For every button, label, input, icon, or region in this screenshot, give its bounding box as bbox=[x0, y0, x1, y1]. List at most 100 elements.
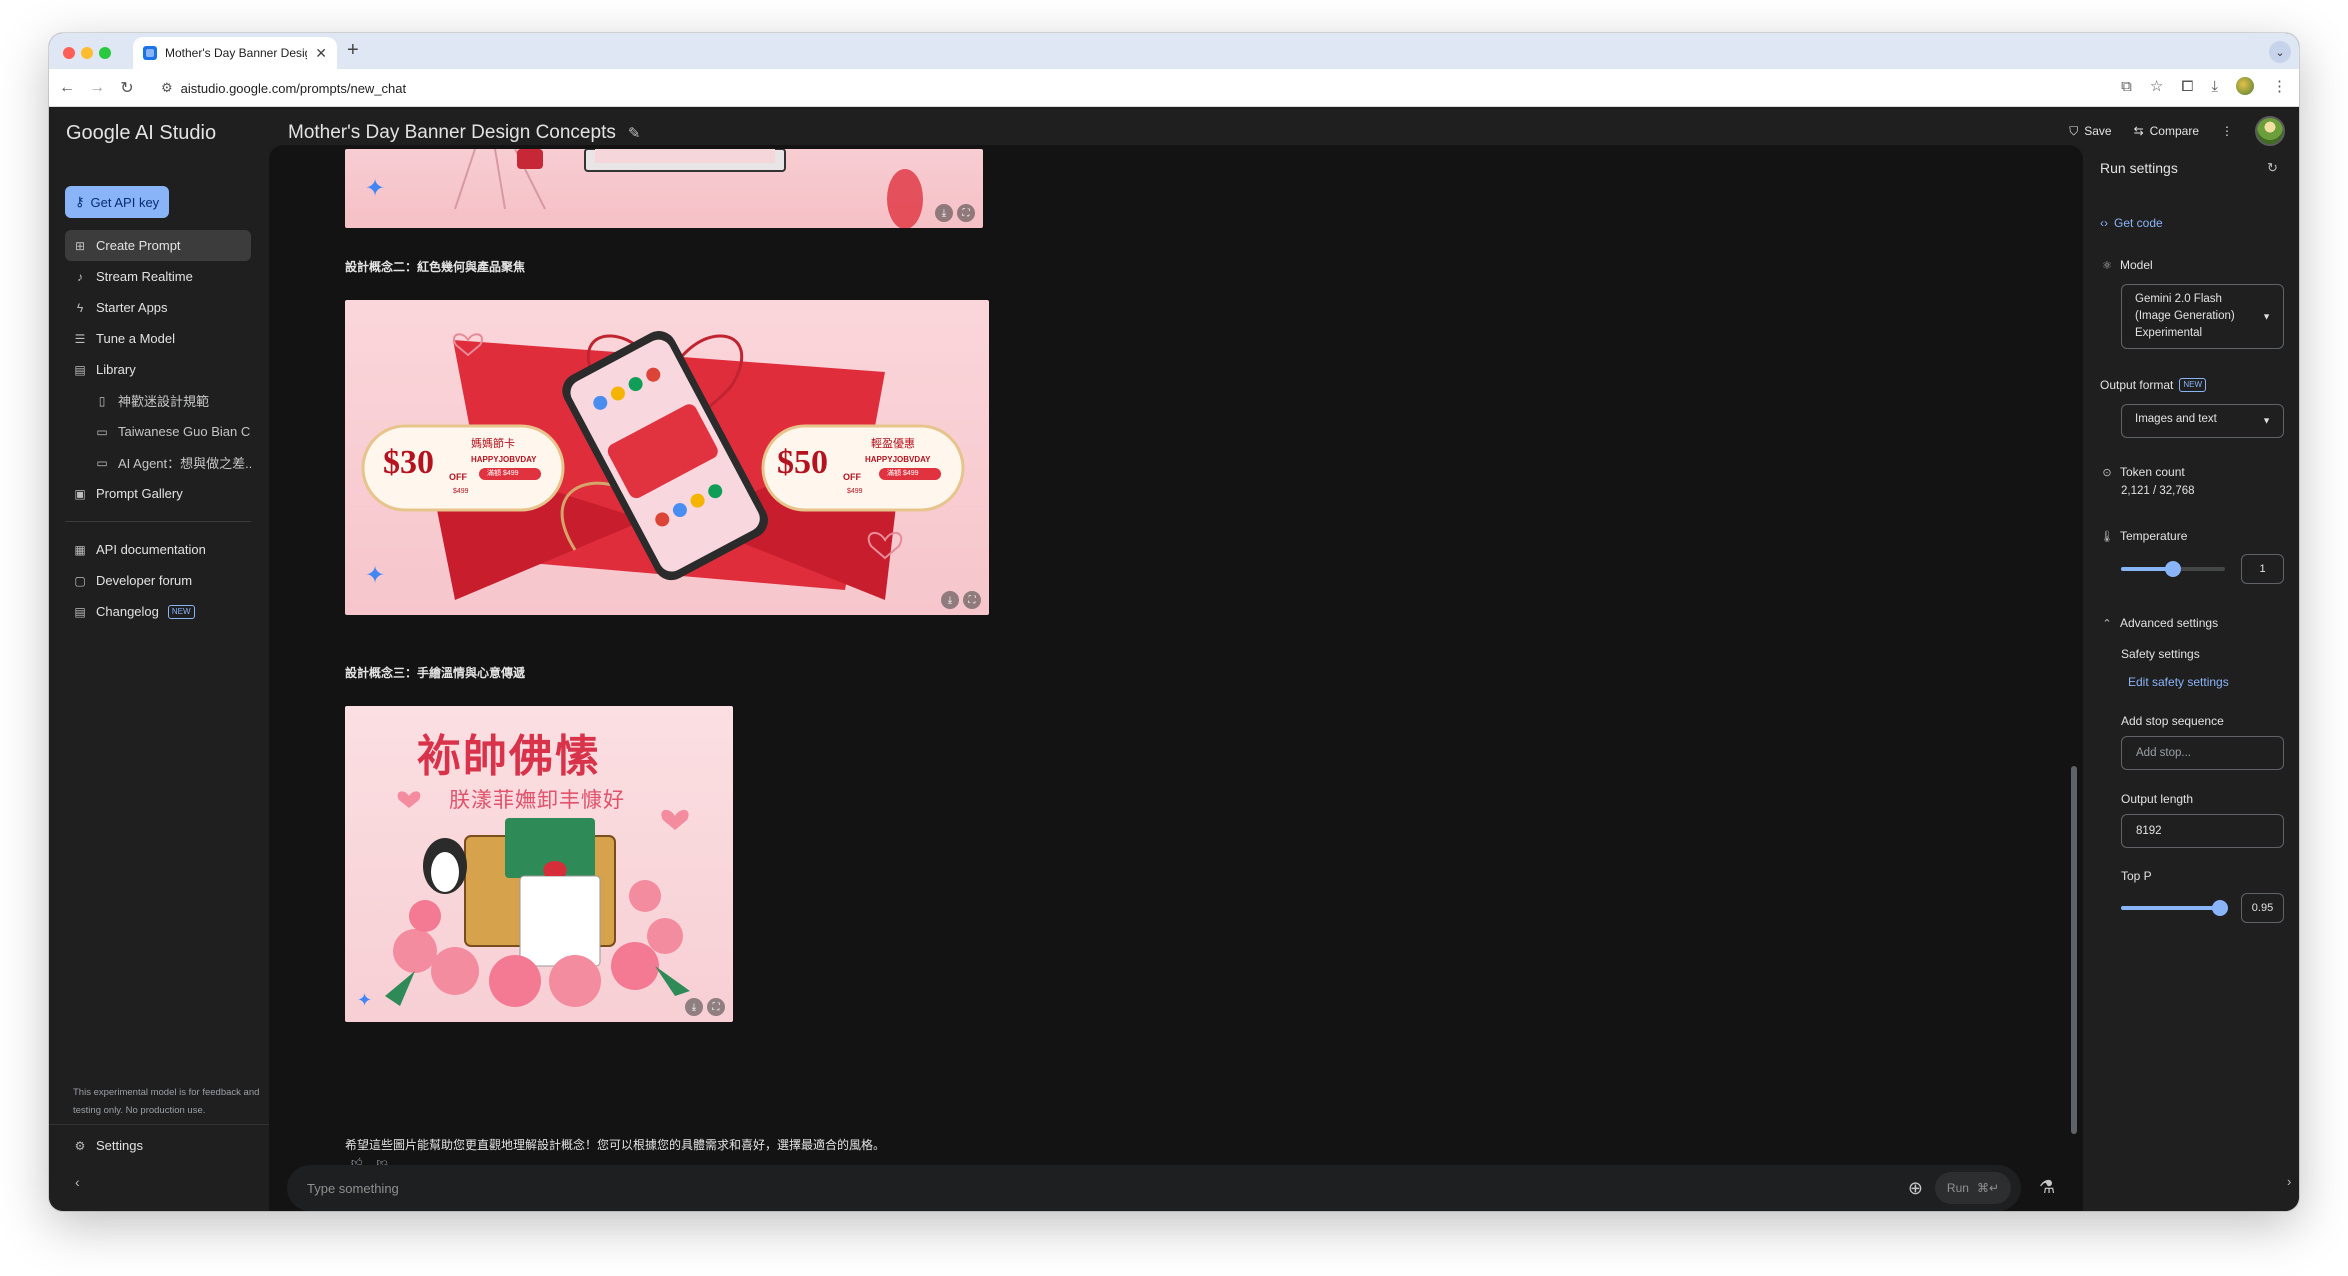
maximize-window-button[interactable] bbox=[99, 47, 111, 59]
sidebar-item-label: Developer forum bbox=[96, 573, 193, 588]
left-discount-price: $30 bbox=[383, 444, 434, 481]
browser-tab[interactable]: Mother's Day Banner Design ✕ bbox=[133, 37, 337, 69]
get-api-key-button[interactable]: ⚷ Get API key bbox=[65, 186, 170, 218]
key-icon: ⚷ bbox=[75, 194, 85, 209]
library-item[interactable]: ▭ AI Agent：想與做之差... bbox=[65, 447, 251, 478]
expand-panel-icon[interactable]: › bbox=[2287, 1174, 2291, 1189]
profile-avatar[interactable] bbox=[2236, 77, 2254, 95]
tab-search-button[interactable]: ⌄ bbox=[2269, 41, 2291, 63]
library-icon: ▤ bbox=[74, 362, 86, 377]
chat-messages[interactable]: ✦ ⤓ ⛶ 設計概念二：紅色幾何與產品聚焦 $30 OFF 媽媽節卡 HAPPY… bbox=[269, 145, 2083, 1169]
stop-sequence-input[interactable]: Add stop... bbox=[2121, 736, 2284, 770]
fullscreen-icon[interactable]: ⛶ bbox=[707, 998, 725, 1016]
edit-title-icon[interactable]: ✎ bbox=[628, 124, 641, 142]
stop-sequence-label: Add stop sequence bbox=[2121, 714, 2224, 728]
url-text: aistudio.google.com/prompts/new_chat bbox=[180, 80, 407, 96]
get-code-label: Get code bbox=[2114, 216, 2163, 230]
output-format-select[interactable]: Images and text ▼ bbox=[2121, 404, 2284, 438]
save-icon: ⛉ bbox=[2069, 123, 2079, 138]
gemini-sparkle-icon: ✦ bbox=[365, 175, 386, 202]
download-icon[interactable]: ⤓ bbox=[935, 204, 953, 222]
top-p-slider-thumb[interactable] bbox=[2211, 900, 2228, 916]
settings-label: Settings bbox=[96, 1138, 143, 1153]
output-length-input[interactable]: 8192 bbox=[2121, 814, 2284, 848]
left-banner-heading: 媽媽節卡 bbox=[471, 438, 515, 450]
reload-icon[interactable]: ↻ bbox=[115, 78, 139, 98]
ai-studio-favicon-icon bbox=[143, 46, 157, 60]
new-tab-button[interactable]: + bbox=[347, 39, 359, 62]
run-settings-panel: Run settings ↻ ‹› Get code ⚛ Model Gemin… bbox=[2083, 108, 2299, 1211]
forward-icon[interactable]: → bbox=[85, 79, 109, 97]
download-icon[interactable]: ⤓ bbox=[941, 591, 959, 609]
sidebar-item-prompt-gallery[interactable]: ▣ Prompt Gallery bbox=[65, 478, 251, 509]
collapse-sidebar-icon[interactable]: ‹ bbox=[75, 1174, 80, 1190]
site-info-icon[interactable]: ⚙ bbox=[161, 80, 173, 96]
address-bar[interactable]: ⚙ aistudio.google.com/prompts/new_chat bbox=[161, 75, 2179, 101]
flask-icon[interactable]: ⚗ bbox=[2039, 1177, 2055, 1198]
run-settings-title: Run settings bbox=[2100, 160, 2178, 176]
close-window-button[interactable] bbox=[63, 47, 75, 59]
advanced-settings-toggle[interactable]: ⌃ Advanced settings bbox=[2100, 616, 2218, 630]
top-p-slider[interactable] bbox=[2121, 900, 2228, 916]
add-media-icon[interactable]: ⊕ bbox=[1908, 1178, 1923, 1199]
sidebar-item-developer-forum[interactable]: ▢ Developer forum bbox=[65, 565, 251, 596]
fullscreen-icon[interactable]: ⛶ bbox=[963, 591, 981, 609]
model-name-line: (Image Generation) bbox=[2135, 310, 2235, 322]
tab-close-icon[interactable]: ✕ bbox=[315, 45, 327, 62]
gallery-icon: ▣ bbox=[74, 486, 86, 501]
temperature-slider[interactable] bbox=[2121, 561, 2225, 577]
edit-safety-settings-link[interactable]: Edit safety settings bbox=[2128, 675, 2229, 689]
run-button[interactable]: Run ⌘↵ bbox=[1934, 1172, 2011, 1204]
gemini-sparkle-icon: ✦ bbox=[357, 990, 373, 1010]
fullscreen-icon[interactable]: ⛶ bbox=[957, 204, 975, 222]
sidebar-item-label: Tune a Model bbox=[96, 331, 176, 346]
brand-logo[interactable]: Google AI Studio bbox=[66, 122, 216, 145]
library-item-label: Taiwanese Guo Bian C... bbox=[118, 424, 251, 439]
sidebar-item-changelog[interactable]: ▤ Changelog NEW bbox=[65, 596, 251, 627]
mic-icon: ♪ bbox=[77, 269, 83, 284]
bookmark-star-icon[interactable]: ☆ bbox=[2150, 77, 2163, 95]
minimize-window-button[interactable] bbox=[81, 47, 93, 59]
settings-button[interactable]: ⚙ Settings bbox=[73, 1138, 143, 1153]
install-app-icon[interactable]: ⧉ bbox=[2121, 78, 2132, 95]
image-1-artwork bbox=[454, 149, 923, 228]
sidebar-item-create-prompt[interactable]: ⊞ Create Prompt bbox=[65, 230, 251, 261]
image-actions: ⤓ ⛶ bbox=[941, 591, 981, 609]
generated-image-1[interactable]: ✦ ⤓ ⛶ bbox=[345, 149, 983, 228]
sidebar-item-starter-apps[interactable]: ϟ Starter Apps bbox=[65, 292, 251, 323]
model-name-line: Gemini 2.0 Flash bbox=[2135, 293, 2222, 305]
library-item[interactable]: ▭ Taiwanese Guo Bian C... bbox=[65, 416, 251, 447]
library-item[interactable]: ▯ 神歡迷設計規範 bbox=[65, 385, 251, 416]
sidebar-item-tune-a-model[interactable]: ☰ Tune a Model bbox=[65, 323, 251, 354]
temperature-input[interactable]: 1 bbox=[2241, 554, 2284, 584]
extensions-icon[interactable]: ⧠ bbox=[2181, 78, 2193, 95]
get-code-button[interactable]: ‹› Get code bbox=[2100, 216, 2163, 230]
library-item-label: AI Agent：想與做之差... bbox=[118, 456, 251, 471]
temperature-slider-thumb[interactable] bbox=[2165, 561, 2181, 577]
gemini-sparkle-icon: ✦ bbox=[365, 562, 386, 589]
generated-image-3[interactable]: 袮帥佛愫 朕漾菲嫵卸丰慷好 ✦ ⤓ ⛶ bbox=[345, 706, 733, 1022]
chat-scrollbar[interactable] bbox=[2071, 766, 2077, 1134]
image-actions: ⤓ ⛶ bbox=[935, 204, 975, 222]
left-pill-text: 滿額 $499 bbox=[487, 470, 519, 477]
docs-icon: ▦ bbox=[74, 542, 86, 557]
chrome-menu-icon[interactable]: ⋮ bbox=[2272, 77, 2287, 95]
chat-icon: ▭ bbox=[96, 424, 108, 439]
generated-image-2[interactable]: $30 OFF 媽媽節卡 HAPPYJOBVDAY 滿額 $499 $499 $… bbox=[345, 300, 989, 615]
model-select[interactable]: Gemini 2.0 Flash (Image Generation) Expe… bbox=[2121, 284, 2284, 349]
reset-settings-icon[interactable]: ↻ bbox=[2267, 160, 2278, 176]
chat-panel: ✦ ⤓ ⛶ 設計概念二：紅色幾何與產品聚焦 $30 OFF 媽媽節卡 HAPPY… bbox=[269, 145, 2083, 1211]
downloads-icon[interactable]: ⤓ bbox=[2211, 78, 2218, 95]
library-item-label: 神歡迷設計規範 bbox=[118, 394, 210, 409]
top-p-input[interactable]: 0.95 bbox=[2241, 893, 2284, 923]
back-icon[interactable]: ← bbox=[55, 79, 79, 97]
sidebar-item-library[interactable]: ▤ Library bbox=[65, 354, 251, 385]
tab-strip: Mother's Day Banner Design ✕ + ⌄ bbox=[49, 33, 2299, 69]
prompt-input[interactable] bbox=[307, 1180, 1908, 1196]
sidebar-item-stream-realtime[interactable]: ♪ Stream Realtime bbox=[65, 261, 251, 292]
download-icon[interactable]: ⤓ bbox=[685, 998, 703, 1016]
chevron-up-icon: ⌃ bbox=[2102, 617, 2112, 630]
temperature-label-row: 🌡︎ Temperature bbox=[2100, 529, 2187, 543]
sidebar-item-api-documentation[interactable]: ▦ API documentation bbox=[65, 534, 251, 565]
run-shortcut: ⌘↵ bbox=[1976, 1181, 1999, 1195]
